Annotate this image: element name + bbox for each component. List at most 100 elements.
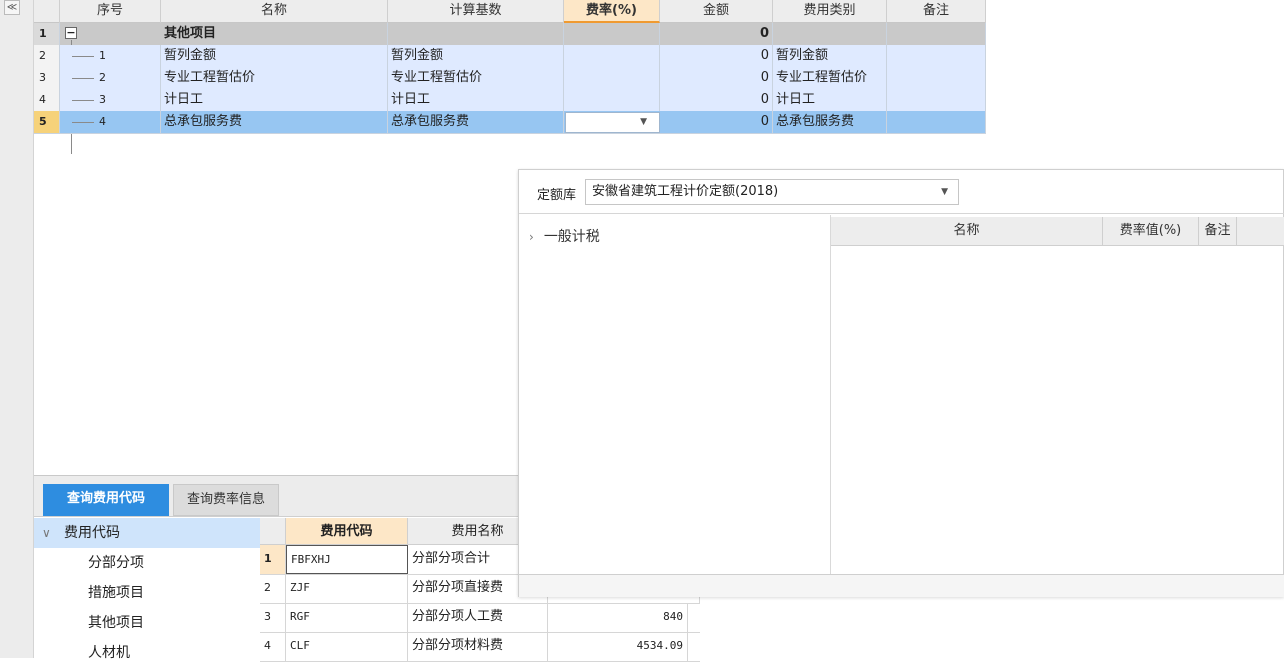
fee-code-cell[interactable]: CLF (286, 632, 408, 661)
fee-code-cell[interactable]: FBFXHJ (286, 545, 408, 574)
tree-item[interactable]: 分部分项 (34, 548, 260, 578)
rate-dropdown[interactable]: ▼ (565, 112, 660, 133)
library-select-value: 安徽省建筑工程计价定额(2018) (592, 184, 779, 199)
row-base[interactable]: 暂列金额 (388, 45, 564, 67)
row-number: 1 (34, 23, 60, 45)
tree-item[interactable]: 其他项目 (34, 608, 260, 638)
library-label: 定额库 (537, 188, 577, 203)
tree-connector (72, 122, 94, 123)
collapse-panel-icon[interactable]: ≪ (4, 0, 20, 15)
row-rate[interactable] (564, 23, 660, 45)
header-category[interactable]: 费用类别 (773, 0, 887, 23)
row-note[interactable] (887, 111, 986, 133)
grid-row[interactable]: 4 3 计日工 计日工 0 计日工 (34, 89, 986, 112)
row-note[interactable] (887, 23, 986, 45)
header-name[interactable]: 名称 (161, 0, 388, 23)
row-note[interactable] (887, 45, 986, 67)
row-amount: 0 (660, 45, 773, 67)
popup-scrollbar[interactable] (519, 574, 1284, 597)
row-number: 2 (260, 574, 286, 603)
row-base[interactable]: 计日工 (388, 89, 564, 111)
splitter[interactable] (830, 215, 831, 575)
tab-query-rate-info[interactable]: 查询费率信息 (173, 484, 279, 516)
row-name[interactable]: 总承包服务费 (161, 111, 388, 133)
dropdown-arrow-icon[interactable]: ▼ (640, 117, 647, 127)
header-rate[interactable]: 费率(%) (564, 0, 660, 23)
row-number: 5 (34, 111, 60, 133)
row-amount: 0 (660, 111, 773, 133)
row-name[interactable]: 专业工程暂估价 (161, 67, 388, 89)
row-number: 4 (34, 89, 60, 111)
tree-item-label: 分部分项 (88, 555, 144, 571)
row-name[interactable]: 暂列金额 (161, 45, 388, 67)
row-base[interactable] (388, 23, 564, 45)
row-note[interactable] (887, 67, 986, 89)
row-seq[interactable]: 4 (96, 111, 161, 133)
tree-connector (72, 78, 94, 79)
rate-library-popup: 定额库 安徽省建筑工程计价定额(2018) ▼ › 一般计税 名称 费率值(%) … (518, 169, 1284, 597)
grid-row-selected[interactable]: 5 4 总承包服务费 总承包服务费 ▼ 0 总承包服务费 (34, 111, 986, 134)
header-rownum (34, 0, 60, 23)
header-name[interactable]: 名称 (831, 217, 1103, 246)
row-name[interactable]: 其他项目 (161, 23, 388, 45)
fee-name-cell[interactable]: 分部分项人工费 (408, 603, 548, 632)
tree-item[interactable]: 人材机 (34, 638, 260, 668)
header-rownum (260, 518, 286, 545)
row-category[interactable]: 暂列金额 (773, 45, 887, 67)
row-base[interactable]: 总承包服务费 (388, 111, 564, 133)
header-amount[interactable]: 金额 (660, 0, 773, 23)
header-seq[interactable]: 序号 (60, 0, 161, 23)
header-rate-value[interactable]: 费率值(%) (1103, 217, 1199, 246)
row-name[interactable]: 计日工 (161, 89, 388, 111)
tree-connector (72, 56, 94, 57)
header-calc-base[interactable]: 计算基数 (388, 0, 564, 23)
tree-item[interactable]: 措施项目 (34, 578, 260, 608)
row-category[interactable]: 总承包服务费 (773, 111, 887, 133)
row-amount: 0 (660, 23, 773, 45)
chevron-down-icon: ∨ (42, 526, 51, 540)
row-amount: 0 (660, 67, 773, 89)
row-category[interactable]: 专业工程暂估价 (773, 67, 887, 89)
dropdown-arrow-icon[interactable]: ▼ (941, 180, 948, 204)
row-category[interactable]: 计日工 (773, 89, 887, 111)
tab-query-fee-code[interactable]: 查询费用代码 (43, 484, 169, 516)
header-fee-code[interactable]: 费用代码 (286, 518, 408, 545)
fee-value-cell: 840 (548, 603, 688, 632)
row-number: 2 (34, 45, 60, 67)
library-select[interactable]: 安徽省建筑工程计价定额(2018) ▼ (585, 179, 959, 205)
row-category[interactable] (773, 23, 887, 45)
row-note[interactable] (887, 89, 986, 111)
tree-item-label: 人材机 (88, 645, 130, 661)
row-rate[interactable] (564, 89, 660, 111)
tree-item-label: 费用代码 (64, 525, 120, 541)
tree-connector (72, 100, 94, 101)
left-side-strip: ≪ (0, 0, 34, 658)
header-note[interactable]: 备注 (1199, 217, 1237, 246)
row-rate[interactable] (564, 45, 660, 67)
tree-item-general-tax[interactable]: › 一般计税 (529, 226, 600, 246)
collapse-node-icon[interactable]: − (65, 27, 77, 39)
row-seq[interactable]: 3 (96, 89, 161, 111)
row-number: 1 (260, 545, 286, 574)
table-row[interactable]: 3 RGF 分部分项人工费 840 (260, 603, 700, 633)
fee-code-cell[interactable]: RGF (286, 603, 408, 632)
popup-toolbar: 定额库 安徽省建筑工程计价定额(2018) ▼ (519, 170, 1284, 214)
other-items-grid: 序号 名称 计算基数 费率(%) 金额 费用类别 备注 1 − 其他项目 0 2… (34, 0, 986, 166)
fee-code-cell[interactable]: ZJF (286, 574, 408, 603)
row-amount: 0 (660, 89, 773, 111)
tree-item-fee-code[interactable]: ∨ 费用代码 (34, 518, 260, 548)
tree-item-label: 措施项目 (88, 585, 144, 601)
header-note[interactable]: 备注 (887, 0, 986, 23)
row-rate[interactable] (564, 67, 660, 89)
grid-row-parent[interactable]: 1 − 其他项目 0 (34, 23, 986, 46)
row-base[interactable]: 专业工程暂估价 (388, 67, 564, 89)
grid-row[interactable]: 2 1 暂列金额 暂列金额 0 暂列金额 (34, 45, 986, 68)
tree-item-label: 一般计税 (543, 229, 600, 245)
row-seq[interactable]: 2 (96, 67, 161, 89)
grid-row[interactable]: 3 2 专业工程暂估价 专业工程暂估价 0 专业工程暂估价 (34, 67, 986, 90)
bottom-tab-bar: 查询费用代码 查询费率信息 (34, 476, 518, 517)
fee-code-tree: ∨ 费用代码 分部分项 措施项目 其他项目 人材机 (34, 518, 260, 661)
row-seq[interactable]: 1 (96, 45, 161, 67)
chevron-right-icon: › (529, 230, 534, 244)
fee-name-cell[interactable]: 分部分项材料费 (408, 632, 548, 661)
